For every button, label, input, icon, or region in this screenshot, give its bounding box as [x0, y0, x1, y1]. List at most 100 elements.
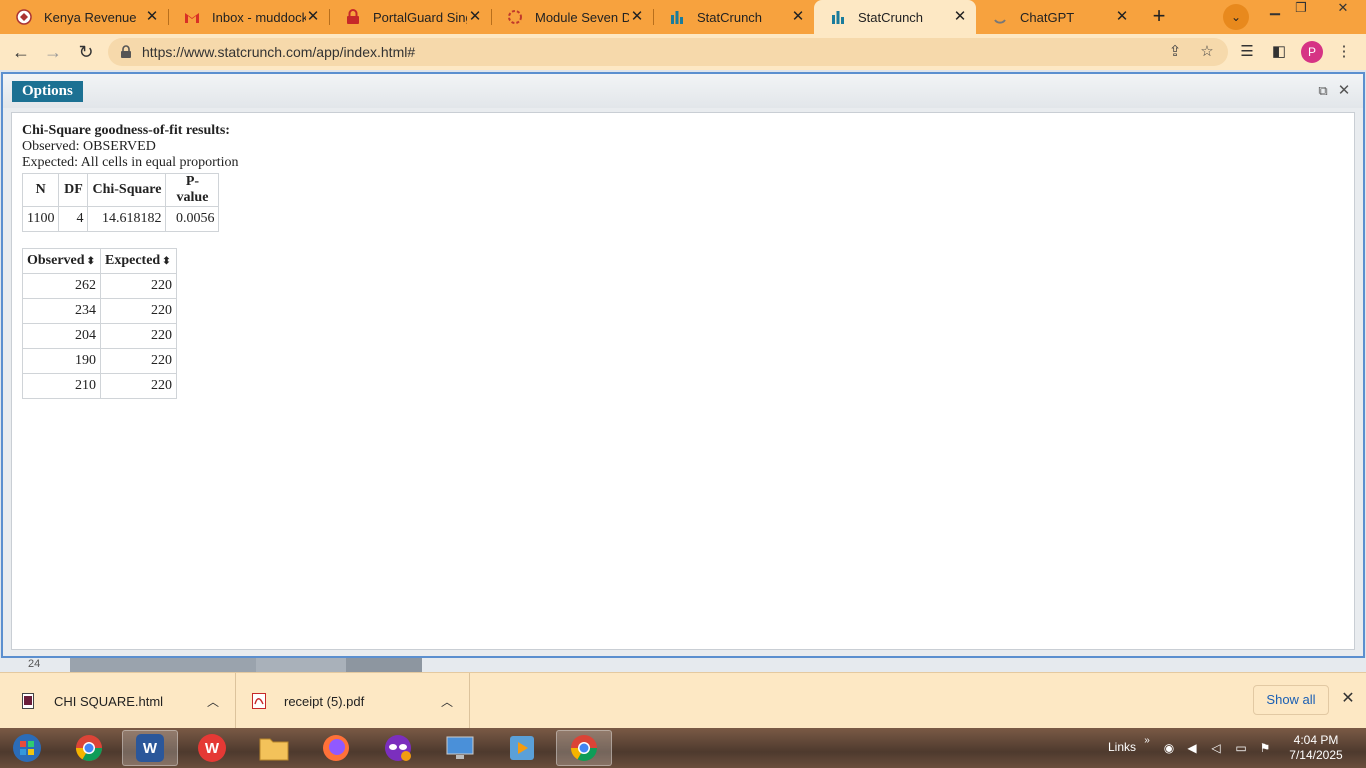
close-tab-icon[interactable]: ✕: [953, 9, 967, 24]
sort-arrows-icon[interactable]: ⬍: [162, 256, 170, 267]
portalguard-icon: [345, 9, 361, 25]
start-button[interactable]: [0, 730, 54, 766]
results-window-header: Options ⧉ ✕: [3, 74, 1363, 108]
table-cell: 14.618182: [87, 206, 167, 232]
close-tab-icon[interactable]: ✕: [1115, 9, 1129, 24]
close-tab-icon[interactable]: ✕: [145, 9, 159, 24]
observed-line: Observed: OBSERVED: [22, 139, 156, 154]
download-item[interactable]: CHI SQUARE.html ︿: [0, 673, 236, 729]
network-warning-icon[interactable]: ◉: [1162, 741, 1176, 755]
taskbar-file-explorer[interactable]: [246, 730, 302, 766]
share-icon[interactable]: ⇪: [1166, 43, 1184, 61]
side-panel-icon[interactable]: ◧: [1269, 42, 1289, 62]
summary-table: N DF Chi-Square P-value 1100 4 14.618182…: [21, 173, 220, 232]
mask-app-icon: [385, 735, 411, 761]
table-cell: 0.0056: [165, 206, 220, 232]
taskbar-mask-app[interactable]: [370, 730, 426, 766]
links-toolbar[interactable]: Links: [1108, 740, 1136, 754]
browser-tab-strip: Kenya Revenue Au ✕ Inbox - muddockm ✕ Po…: [0, 0, 1366, 34]
remote-desktop-icon: [446, 736, 474, 759]
table-cell: 190: [22, 348, 101, 374]
column-header: N: [21, 173, 60, 207]
options-button[interactable]: Options: [12, 81, 83, 102]
reload-icon[interactable]: ↻: [74, 40, 98, 64]
new-tab-plus-icon[interactable]: +: [1146, 5, 1172, 28]
sortable-column-header[interactable]: Expected ⬍: [100, 248, 177, 274]
close-download-bar-icon[interactable]: ✕: [1339, 690, 1357, 708]
speaker-icon[interactable]: ◁: [1209, 741, 1223, 755]
show-all-downloads-button[interactable]: Show all: [1253, 685, 1329, 715]
table-row: 210 220: [22, 373, 177, 399]
taskbar-chrome[interactable]: [61, 730, 117, 766]
table-cell: 220: [100, 373, 177, 399]
chevron-up-icon[interactable]: ︿: [441, 693, 453, 710]
more-menu-icon[interactable]: ⋮: [1334, 42, 1354, 62]
gmail-icon: [184, 9, 200, 25]
lock-icon[interactable]: [120, 45, 134, 59]
popout-window-icon[interactable]: ⧉: [1315, 83, 1331, 99]
chrome-icon: [75, 735, 103, 762]
table-row: 204 220: [22, 323, 177, 349]
close-tab-icon[interactable]: ✕: [306, 9, 320, 24]
tab-title: ChatGPT: [1020, 9, 1075, 25]
tab-statcrunch-1[interactable]: StatCrunch ✕: [653, 0, 814, 34]
tab-search-chevron-icon[interactable]: ⌄: [1223, 4, 1249, 30]
sheet-column-selected[interactable]: [346, 658, 422, 672]
close-tab-icon[interactable]: ✕: [630, 9, 644, 24]
table-cell: 220: [100, 323, 177, 349]
display-icon[interactable]: ▭: [1234, 741, 1248, 755]
sort-arrows-icon[interactable]: ⬍: [87, 256, 95, 267]
forward-arrow-icon[interactable]: →: [41, 40, 65, 64]
back-arrow-icon[interactable]: ←: [9, 40, 33, 64]
toolbar-expand-icon[interactable]: »: [1140, 734, 1154, 748]
window-restore-icon[interactable]: ❐: [1288, 0, 1314, 20]
tab-title: Module Seven Dis: [535, 9, 629, 25]
tab-statcrunch-active[interactable]: StatCrunch ✕: [814, 0, 976, 34]
download-item[interactable]: receipt (5).pdf ︿: [236, 673, 470, 729]
tab-gmail-inbox[interactable]: Inbox - muddockm ✕: [168, 0, 330, 34]
column-header: Chi-Square: [87, 173, 167, 207]
system-clock[interactable]: 4:04 PM 7/14/2025: [1286, 733, 1346, 763]
table-row: 1100 4 14.618182 0.0056: [21, 206, 220, 232]
window-minimize-icon[interactable]: ▁: [1262, 0, 1288, 20]
tab-module-seven[interactable]: Module Seven Dis ✕: [491, 0, 654, 34]
table-cell: 234: [22, 298, 101, 324]
statcrunch-icon: [669, 9, 685, 25]
tab-kenya-revenue[interactable]: Kenya Revenue Au ✕: [0, 0, 169, 34]
wps-office-icon: W: [198, 734, 226, 762]
download-filename: CHI SQUARE.html: [54, 693, 164, 709]
taskbar-word[interactable]: W: [122, 730, 178, 766]
module-icon: [507, 9, 523, 25]
volume-muted-icon[interactable]: ◀: [1185, 741, 1199, 755]
column-header-label: Observed: [27, 253, 85, 268]
chevron-up-icon[interactable]: ︿: [207, 693, 219, 710]
url-text: https://www.statcrunch.com/app/index.htm…: [142, 44, 416, 60]
address-bar[interactable]: https://www.statcrunch.com/app/index.htm…: [108, 38, 1228, 66]
sortable-column-header[interactable]: Observed ⬍: [22, 248, 101, 274]
close-window-icon[interactable]: ✕: [1336, 83, 1352, 99]
taskbar-chrome-active[interactable]: [556, 730, 612, 766]
taskbar-firefox[interactable]: [308, 730, 364, 766]
column-header: P-value: [165, 173, 220, 207]
loading-icon: [992, 9, 1008, 25]
action-center-flag-icon[interactable]: ⚑: [1258, 741, 1272, 755]
profile-avatar[interactable]: P: [1301, 41, 1323, 63]
sheet-column-selected[interactable]: [256, 658, 346, 672]
reading-list-icon[interactable]: ☰: [1237, 42, 1257, 62]
table-cell: 204: [22, 323, 101, 349]
clock-date: 7/14/2025: [1289, 748, 1343, 762]
close-tab-icon[interactable]: ✕: [468, 9, 482, 24]
table-cell: 220: [100, 298, 177, 324]
tab-title: StatCrunch: [697, 9, 763, 25]
bookmark-star-icon[interactable]: ☆: [1198, 43, 1216, 61]
window-close-icon[interactable]: ✕: [1326, 0, 1360, 20]
close-tab-icon[interactable]: ✕: [791, 9, 805, 24]
tab-portalguard[interactable]: PortalGuard Single ✕: [329, 0, 492, 34]
browser-toolbar: ← → ↻ https://www.statcrunch.com/app/ind…: [0, 34, 1366, 70]
sheet-column-selected[interactable]: [70, 658, 256, 672]
statcrunch-workspace: Options ⧉ ✕ Chi-Square goodness-of-fit r…: [0, 70, 1366, 672]
taskbar-remote-desktop[interactable]: [432, 730, 488, 766]
tab-chatgpt[interactable]: ChatGPT ✕: [976, 0, 1138, 34]
taskbar-media-player[interactable]: [494, 730, 550, 766]
taskbar-wps[interactable]: W: [184, 730, 240, 766]
